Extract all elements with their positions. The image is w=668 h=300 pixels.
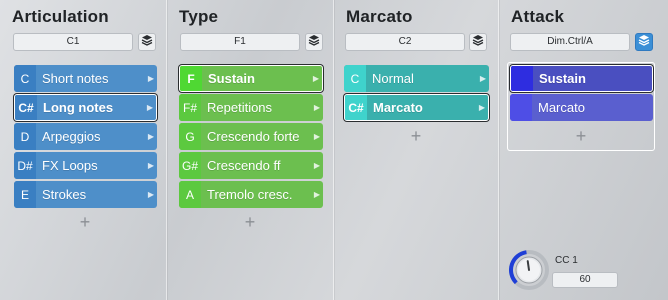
type-selector[interactable]: F1	[180, 33, 300, 51]
type-slot-repetitions[interactable]: F# Repetitions ▶	[179, 94, 323, 121]
slot-key: C	[14, 65, 36, 92]
articulation-slot-arpeggios[interactable]: D Arpeggios ▶	[14, 123, 157, 150]
articulation-slot-long-notes[interactable]: C# Long notes ▶	[14, 94, 157, 121]
chevron-right-icon[interactable]: ▶	[145, 152, 157, 179]
chevron-right-icon[interactable]: ▶	[310, 66, 322, 91]
attack-slot-sustain[interactable]: Sustain	[510, 65, 653, 92]
marcato-title: Marcato	[346, 7, 413, 26]
articulation-title: Articulation	[12, 7, 109, 26]
marcato-layers-button[interactable]	[469, 33, 487, 51]
slot-key: D#	[14, 152, 36, 179]
slot-label: Normal	[372, 71, 414, 86]
articulation-selector[interactable]: C1	[13, 33, 133, 51]
type-slot-crescendo-forte[interactable]: G Crescendo forte ▶	[179, 123, 323, 150]
slot-label: FX Loops	[42, 158, 98, 173]
add-attack-button[interactable]: +	[571, 127, 591, 145]
slot-label: Crescendo ff	[207, 158, 281, 173]
slot-label: Sustain	[208, 71, 255, 86]
slot-label: Strokes	[42, 187, 87, 202]
layers-icon	[308, 33, 320, 51]
articulation-slot-fx-loops[interactable]: D# FX Loops ▶	[14, 152, 157, 179]
marcato-slot-list: C Normal ▶ C# Marcato ▶	[344, 65, 489, 123]
chevron-right-icon[interactable]: ▶	[476, 95, 488, 120]
marcato-slot-marcato[interactable]: C# Marcato ▶	[344, 94, 489, 121]
attack-selector[interactable]: Dim.Ctrl/A	[510, 33, 630, 51]
slot-key: C#	[345, 95, 367, 120]
chevron-right-icon[interactable]: ▶	[311, 181, 323, 208]
slot-key: A	[179, 181, 201, 208]
slot-label: Marcato	[538, 100, 585, 115]
marcato-selector[interactable]: C2	[345, 33, 465, 51]
marcato-slot-normal[interactable]: C Normal ▶	[344, 65, 489, 92]
slot-key: E	[14, 181, 36, 208]
articulation-slot-list: C Short notes ▶ C# Long notes ▶ D Arpegg…	[14, 65, 157, 210]
slot-key: D	[14, 123, 36, 150]
slot-key: G	[179, 123, 201, 150]
chevron-right-icon[interactable]: ▶	[311, 152, 323, 179]
slot-label: Sustain	[539, 71, 586, 86]
slot-label: Long notes	[43, 100, 114, 115]
slot-label: Repetitions	[207, 100, 273, 115]
add-articulation-button[interactable]: +	[75, 213, 95, 231]
attack-slot-list: Sustain Marcato	[510, 65, 653, 123]
type-slot-crescendo-ff[interactable]: G# Crescendo ff ▶	[179, 152, 323, 179]
type-slot-tremolo-cresc[interactable]: A Tremolo cresc. ▶	[179, 181, 323, 208]
slot-label: Arpeggios	[42, 129, 101, 144]
cc-label: CC 1	[555, 255, 578, 266]
chevron-right-icon[interactable]: ▶	[311, 123, 323, 150]
cc-value-field[interactable]: 60	[552, 272, 618, 288]
attack-slot-marcato[interactable]: Marcato	[510, 94, 653, 121]
chevron-right-icon[interactable]: ▶	[145, 181, 157, 208]
slot-key: C#	[15, 95, 37, 120]
add-type-button[interactable]: +	[240, 213, 260, 231]
chevron-right-icon[interactable]: ▶	[145, 65, 157, 92]
articulation-slot-strokes[interactable]: E Strokes ▶	[14, 181, 157, 208]
attack-title: Attack	[511, 7, 565, 26]
attack-layers-button[interactable]	[635, 33, 653, 51]
type-layers-button[interactable]	[305, 33, 323, 51]
slot-key: C	[344, 65, 366, 92]
articulation-layers-button[interactable]	[138, 33, 156, 51]
chevron-right-icon[interactable]: ▶	[311, 94, 323, 121]
articulation-column: Articulation C1 C Short notes ▶ C# Long …	[0, 0, 167, 300]
type-slot-sustain[interactable]: F Sustain ▶	[179, 65, 323, 92]
slot-label: Short notes	[42, 71, 109, 86]
cc-knob[interactable]	[509, 250, 549, 290]
slot-label: Crescendo forte	[207, 129, 300, 144]
slot-key: F	[180, 66, 202, 91]
slot-key	[511, 66, 533, 91]
layers-icon	[638, 33, 650, 51]
articulation-slot-short-notes[interactable]: C Short notes ▶	[14, 65, 157, 92]
layers-icon	[141, 33, 153, 51]
slot-key	[510, 94, 532, 121]
add-marcato-button[interactable]: +	[406, 127, 426, 145]
type-title: Type	[179, 7, 219, 26]
slot-key: G#	[179, 152, 201, 179]
layers-icon	[472, 33, 484, 51]
chevron-right-icon[interactable]: ▶	[145, 123, 157, 150]
slot-key: F#	[179, 94, 201, 121]
chevron-right-icon[interactable]: ▶	[144, 95, 156, 120]
marcato-column: Marcato C2 C Normal ▶ C# Marcato ▶ +	[334, 0, 499, 300]
type-column: Type F1 F Sustain ▶ F# Repetitions ▶ G C…	[167, 0, 334, 300]
slot-label: Tremolo cresc.	[207, 187, 293, 202]
slot-label: Marcato	[373, 100, 423, 115]
chevron-right-icon[interactable]: ▶	[477, 65, 489, 92]
type-slot-list: F Sustain ▶ F# Repetitions ▶ G Crescendo…	[179, 65, 323, 210]
